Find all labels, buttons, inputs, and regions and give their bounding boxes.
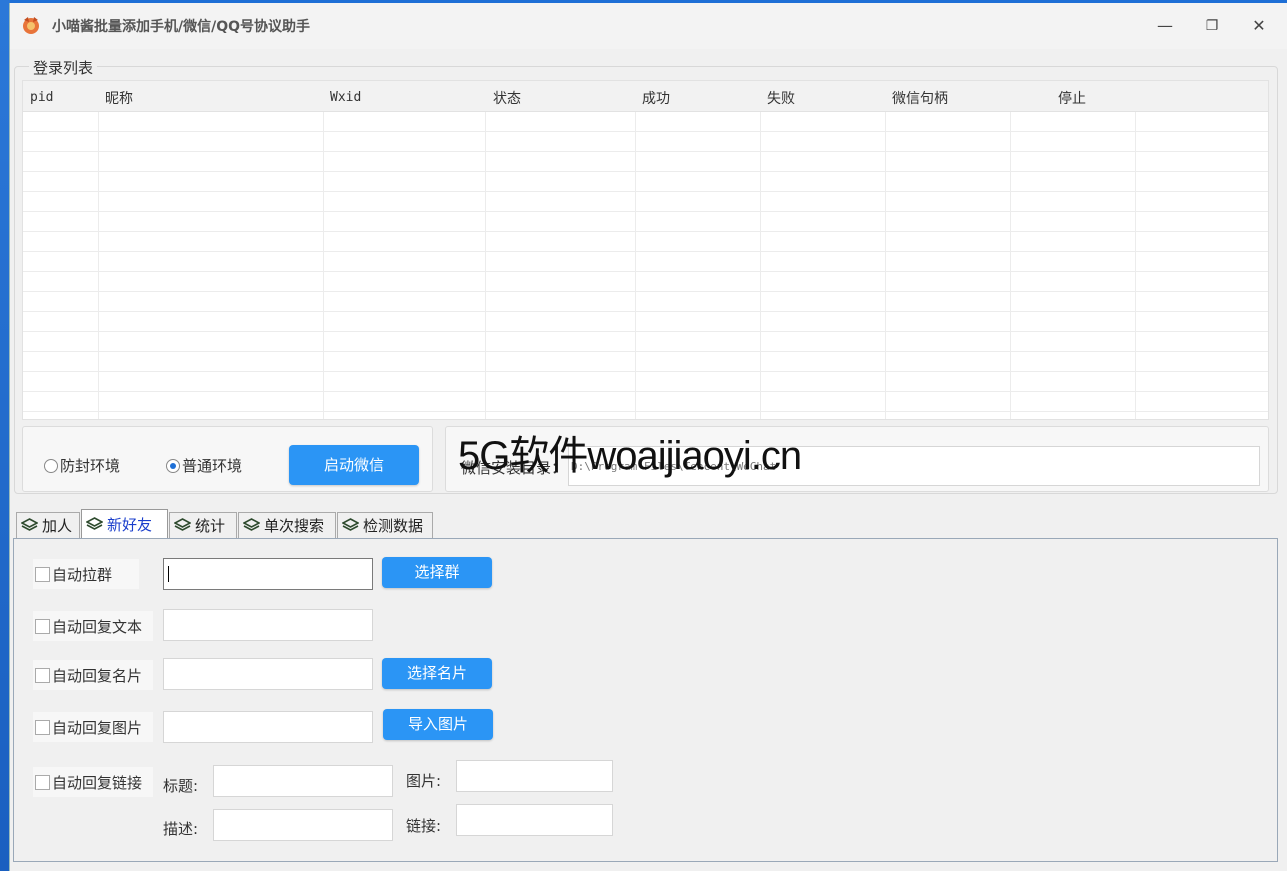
- import-image-button[interactable]: 导入图片: [383, 709, 493, 740]
- tab-check-data[interactable]: 检测数据: [337, 512, 433, 538]
- link-title-label: 标题:: [163, 777, 199, 795]
- column-header-status[interactable]: 状态: [493, 88, 521, 108]
- auto-pull-group-input[interactable]: [163, 558, 373, 590]
- column-divider: [635, 112, 636, 419]
- checkbox-box: [35, 566, 50, 582]
- new-friend-panel: 自动拉群 选择群 自动回复文本 自动回复名片 选择名片 自动回复图片 导入图片 …: [13, 538, 1278, 862]
- login-table[interactable]: pid 昵称 Wxid 状态 成功 失败 微信句柄 停止: [22, 80, 1269, 420]
- column-divider: [760, 112, 761, 419]
- radio-normal-env[interactable]: 普通环境: [166, 455, 242, 476]
- window-title: 小喵酱批量添加手机/微信/QQ号协议助手: [52, 19, 311, 35]
- column-divider: [1010, 112, 1011, 419]
- auto-reply-link-checkbox[interactable]: 自动回复链接: [33, 767, 153, 797]
- column-header-wechat-handle[interactable]: 微信句柄: [892, 88, 948, 108]
- tab-add-person[interactable]: 加人: [16, 512, 80, 538]
- login-list-title: 登录列表: [29, 57, 98, 78]
- radio-dot-selected: [166, 458, 180, 473]
- start-wechat-button[interactable]: 启动微信: [289, 445, 419, 485]
- checkbox-label: 自动回复链接: [52, 773, 143, 792]
- column-divider: [1135, 112, 1136, 419]
- app-icon: [23, 17, 39, 34]
- auto-reply-image-input[interactable]: [163, 711, 373, 743]
- tab-label: 单次搜索: [264, 517, 325, 535]
- tab-single-search[interactable]: 单次搜索: [238, 512, 336, 538]
- checkbox-box: [35, 719, 50, 735]
- layers-icon: [342, 518, 359, 531]
- column-divider: [485, 112, 486, 419]
- column-header-nickname[interactable]: 昵称: [105, 88, 133, 108]
- link-desc-label: 描述:: [163, 820, 199, 838]
- auto-reply-text-input[interactable]: [163, 609, 373, 641]
- layers-icon: [86, 517, 103, 530]
- column-divider: [323, 112, 324, 419]
- link-image-label: 图片:: [406, 772, 442, 790]
- link-url-input[interactable]: [456, 804, 613, 836]
- select-card-button[interactable]: 选择名片: [382, 658, 492, 689]
- close-button[interactable]: ✕: [1244, 13, 1274, 39]
- environment-panel: 防封环境 普通环境 启动微信: [22, 426, 433, 492]
- minimize-button[interactable]: —: [1150, 13, 1180, 39]
- tab-label: 加人: [42, 517, 73, 535]
- auto-pull-group-checkbox[interactable]: 自动拉群: [33, 559, 139, 589]
- layers-icon: [243, 518, 260, 531]
- tab-label: 新好友: [107, 516, 153, 534]
- checkbox-label: 自动回复文本: [52, 617, 143, 636]
- radio-dot: [44, 458, 58, 473]
- app-window: 小喵酱批量添加手机/微信/QQ号协议助手 — ❐ ✕ 登录列表 pid 昵称 W…: [9, 3, 1287, 871]
- checkbox-box: [35, 618, 50, 634]
- login-table-body[interactable]: [23, 112, 1268, 419]
- column-divider: [98, 112, 99, 419]
- radio-normal-label: 普通环境: [182, 457, 243, 475]
- layers-icon: [21, 518, 38, 531]
- watermark-text: 5G软件woaijiaoyi.cn: [458, 434, 802, 478]
- auto-reply-image-checkbox[interactable]: 自动回复图片: [33, 712, 153, 742]
- column-divider: [885, 112, 886, 419]
- link-desc-input[interactable]: [213, 809, 393, 841]
- checkbox-box: [35, 667, 50, 683]
- tab-new-friend[interactable]: 新好友: [81, 509, 168, 539]
- radio-protect-env[interactable]: 防封环境: [44, 455, 120, 476]
- login-table-header: pid 昵称 Wxid 状态 成功 失败 微信句柄 停止: [23, 81, 1268, 112]
- checkbox-label: 自动回复图片: [52, 718, 143, 737]
- auto-reply-card-checkbox[interactable]: 自动回复名片: [33, 660, 153, 690]
- checkbox-label: 自动回复名片: [52, 666, 143, 685]
- select-group-button[interactable]: 选择群: [382, 557, 492, 588]
- checkbox-box: [35, 774, 50, 790]
- link-title-input[interactable]: [213, 765, 393, 797]
- tab-label: 检测数据: [363, 517, 424, 535]
- text-cursor: [168, 566, 169, 582]
- link-url-label: 链接:: [406, 817, 442, 835]
- restore-button[interactable]: ❐: [1197, 13, 1227, 39]
- tab-label: 统计: [195, 517, 226, 535]
- auto-reply-text-checkbox[interactable]: 自动回复文本: [33, 611, 153, 641]
- column-header-stop[interactable]: 停止: [1058, 88, 1086, 108]
- title-bar: 小喵酱批量添加手机/微信/QQ号协议助手 — ❐ ✕: [10, 3, 1287, 49]
- tab-statistics[interactable]: 统计: [169, 512, 237, 538]
- column-header-wxid[interactable]: Wxid: [330, 90, 361, 105]
- radio-protect-label: 防封环境: [60, 457, 121, 475]
- column-header-pid[interactable]: pid: [30, 90, 53, 105]
- column-header-success[interactable]: 成功: [642, 88, 670, 108]
- column-header-fail[interactable]: 失败: [767, 88, 795, 108]
- checkbox-label: 自动拉群: [52, 565, 113, 584]
- link-image-input[interactable]: [456, 760, 613, 792]
- auto-reply-card-input[interactable]: [163, 658, 373, 690]
- layers-icon: [174, 518, 191, 531]
